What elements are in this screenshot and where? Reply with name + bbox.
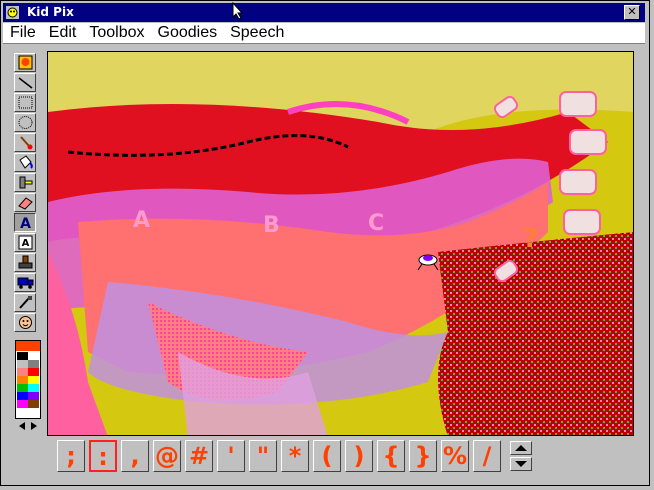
tool-undo[interactable] (14, 53, 36, 72)
tool-face[interactable] (14, 313, 36, 332)
paintbrush-tool-icon (20, 136, 33, 150)
color-swatch[interactable] (17, 352, 28, 360)
character-button[interactable]: ( (313, 440, 341, 472)
palette-right-arrow-icon[interactable] (28, 420, 40, 432)
mouse-pointer-icon (232, 2, 244, 20)
color-swatch[interactable] (28, 384, 39, 392)
tool-wacky-brush[interactable] (14, 173, 36, 192)
tool-eraser[interactable] (14, 193, 36, 212)
color-swatch[interactable] (28, 376, 39, 384)
close-button[interactable]: ✕ (624, 5, 640, 20)
menu-bar: File Edit Toolbox Goodies Speech (3, 23, 645, 44)
menu-goodies[interactable]: Goodies (151, 23, 224, 43)
text-tool-icon: A (20, 216, 31, 230)
character-button[interactable]: / (473, 440, 501, 472)
stepper-down-button[interactable] (510, 457, 532, 471)
eraser-tool-icon (18, 197, 33, 210)
window-title: Kid Pix (27, 5, 74, 19)
tool-oval[interactable] (14, 113, 36, 132)
color-swatch[interactable] (28, 400, 39, 408)
tool-eyedropper[interactable] (14, 293, 36, 312)
eyedropper-tool-icon (19, 296, 32, 309)
title-bar[interactable]: Kid Pix ✕ (3, 3, 645, 22)
svg-text:A: A (20, 216, 31, 230)
character-button[interactable]: % (441, 440, 469, 472)
color-swatch[interactable] (17, 384, 28, 392)
color-swatch[interactable] (28, 352, 39, 360)
menu-speech[interactable]: Speech (223, 23, 290, 43)
rectangle-tool-icon (18, 96, 33, 109)
character-bar: ;:, @ # ' " *(){}% / (57, 440, 507, 474)
tool-rectangle[interactable] (14, 93, 36, 112)
color-swatch[interactable] (17, 360, 28, 368)
wacky-brush-icon (19, 176, 33, 189)
color-swatch[interactable] (17, 368, 28, 376)
svg-text:B: B (263, 213, 280, 238)
undo-guy-icon (18, 55, 33, 70)
alphabet-stamp-icon: A (18, 235, 33, 250)
face-icon (19, 316, 32, 329)
tool-rubber-stamp[interactable] (14, 253, 36, 272)
color-swatch[interactable] (28, 392, 39, 400)
arrow-down-icon (515, 461, 527, 467)
tool-moving-van[interactable] (14, 273, 36, 292)
character-button[interactable]: # (185, 440, 213, 472)
rubber-stamp-icon (18, 255, 33, 269)
app-icon (6, 6, 19, 19)
tool-text[interactable]: A (14, 213, 36, 232)
current-color-swatch (16, 341, 40, 351)
tool-paint-bucket[interactable] (14, 153, 36, 172)
color-swatch[interactable] (28, 368, 39, 376)
character-button[interactable]: * (281, 440, 309, 472)
svg-text:C: C (368, 211, 384, 236)
tool-alphabet-stamp[interactable]: A (14, 233, 36, 252)
character-button[interactable]: ; (57, 440, 85, 472)
tool-paintbrush[interactable] (14, 133, 36, 152)
paint-bucket-tool-icon (19, 155, 33, 169)
stepper-up-button[interactable] (510, 441, 532, 455)
character-button[interactable]: } (409, 440, 437, 472)
character-button[interactable]: : (89, 440, 117, 472)
character-button[interactable]: { (377, 440, 405, 472)
character-button[interactable]: ' (217, 440, 245, 472)
drawing-canvas[interactable]: A B C ? (47, 51, 634, 436)
svg-text:A: A (133, 208, 150, 233)
character-button[interactable]: " (249, 440, 277, 472)
svg-text:?: ? (523, 224, 538, 254)
svg-text:A: A (22, 238, 30, 249)
color-swatch[interactable] (28, 360, 39, 368)
tool-line[interactable] (14, 73, 36, 92)
menu-toolbox[interactable]: Toolbox (82, 23, 150, 43)
menu-file[interactable]: File (3, 23, 42, 43)
menu-edit[interactable]: Edit (42, 23, 83, 43)
color-swatch[interactable] (17, 392, 28, 400)
character-button[interactable]: , (121, 440, 149, 472)
line-tool-icon (18, 77, 33, 89)
color-swatch[interactable] (17, 400, 28, 408)
palette-left-arrow-icon[interactable] (16, 420, 28, 432)
character-button[interactable]: ) (345, 440, 373, 472)
character-stepper (510, 441, 534, 473)
canvas-artwork: A B C ? (48, 52, 633, 435)
toolbox: A A (14, 53, 38, 333)
arrow-up-icon (515, 445, 527, 451)
oval-tool-icon (18, 116, 33, 129)
palette-scroll (15, 418, 41, 433)
color-swatch[interactable] (17, 376, 28, 384)
moving-van-icon (17, 277, 34, 289)
character-button[interactable]: @ (153, 440, 181, 472)
